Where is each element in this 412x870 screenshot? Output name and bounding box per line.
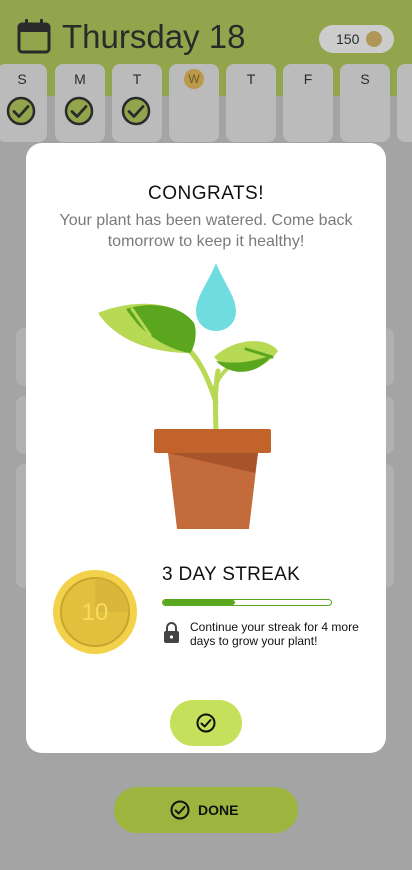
check-circle-icon [170, 800, 190, 820]
coin-badge-icon: 10 [53, 570, 137, 654]
streak-progress-bar [162, 599, 332, 606]
streak-title: 3 DAY STREAK [162, 564, 301, 585]
modal-message: Your plant has been watered. Come back t… [59, 212, 353, 250]
done-button[interactable]: DONE [114, 787, 298, 833]
done-label: DONE [198, 802, 239, 818]
check-circle-icon [196, 713, 216, 733]
lock-icon [164, 622, 179, 643]
app-screen: Thursday 18 150 S M T W T F S DONE CONGR… [0, 0, 412, 870]
modal-title: CONGRATS! [147, 183, 265, 204]
confirm-button[interactable] [170, 700, 242, 746]
water-drop-icon [196, 263, 236, 331]
plant-illustration [98, 263, 278, 529]
badge-value: 10 [82, 599, 109, 626]
streak-progress-fill [163, 600, 236, 605]
congrats-modal: CONGRATS! Your plant has been watered. C… [26, 143, 386, 753]
streak-hint: Continue your streak for 4 more days to … [190, 620, 359, 648]
